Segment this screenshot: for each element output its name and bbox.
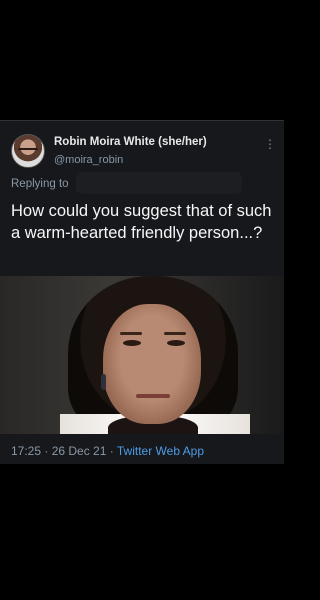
photo-eye <box>167 340 185 346</box>
replying-to-label: Replying to <box>11 178 69 190</box>
meta-separator: · <box>106 444 117 458</box>
photo-mouth <box>136 394 170 398</box>
tweet-client-link[interactable]: Twitter Web App <box>117 444 204 458</box>
more-options-icon[interactable]: ⋮ <box>264 138 276 150</box>
tweet-time[interactable]: 17:25 <box>11 444 41 458</box>
redacted-mention <box>76 172 242 194</box>
tweet-photo[interactable] <box>0 276 284 434</box>
photo-earring <box>101 374 106 390</box>
author-name[interactable]: Robin Moira White (she/her) <box>54 136 207 148</box>
photo-face <box>103 304 201 424</box>
tweet-date[interactable]: 26 Dec 21 <box>52 444 107 458</box>
meta-separator: · <box>41 444 52 458</box>
author-handle[interactable]: @moira_robin <box>54 154 123 166</box>
photo-eye <box>123 340 141 346</box>
photo-brow <box>120 332 142 335</box>
tweet-meta: 17:25 · 26 Dec 21 · Twitter Web App <box>11 444 204 458</box>
tweet-text: How could you suggest that of such a war… <box>11 202 272 242</box>
avatar[interactable] <box>11 134 45 168</box>
photo-brow <box>164 332 186 335</box>
